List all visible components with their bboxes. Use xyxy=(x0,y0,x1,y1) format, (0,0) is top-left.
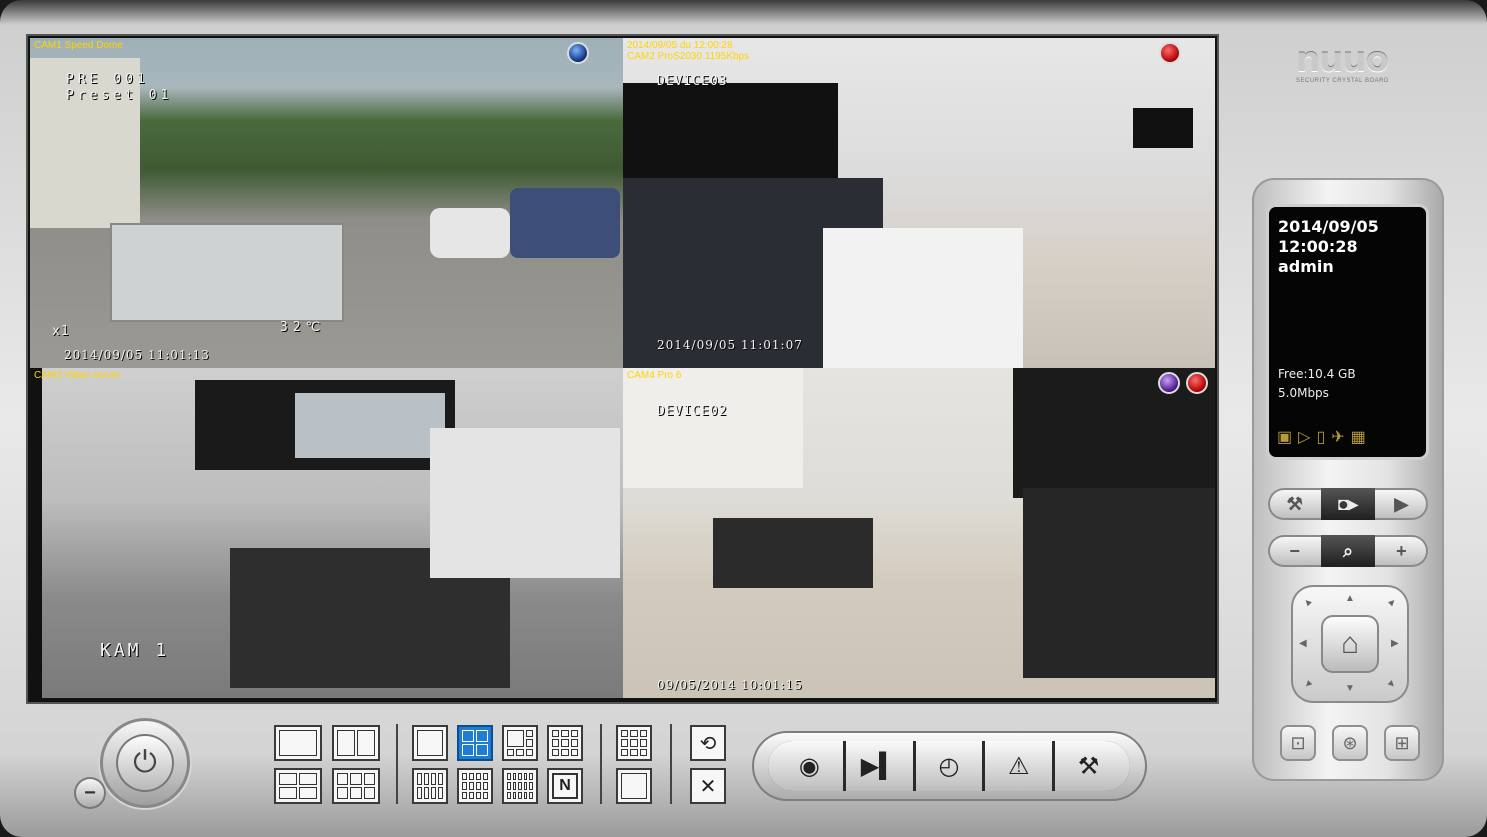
fullscreen-icon[interactable]: ✕ xyxy=(690,768,726,804)
device-name-03: DEVICE03 xyxy=(657,74,728,89)
layout-grid[interactable] xyxy=(616,725,652,761)
status-date: 2014/09/05 xyxy=(1278,217,1379,236)
zoom-level: x1 xyxy=(52,324,70,339)
camera-view-3[interactable]: CAM3 Video server KAM 1 xyxy=(30,368,623,698)
schedule-icon[interactable]: ◴ xyxy=(915,741,983,791)
camera-2-datetime: 2014/09/05 du 12:00:28 xyxy=(627,40,733,51)
preset-name: Preset 01 xyxy=(66,88,173,103)
preset-icon[interactable]: ⊞ xyxy=(1384,725,1420,761)
record-icon[interactable]: ◉ xyxy=(768,741,843,791)
status-time: 12:00:28 xyxy=(1278,237,1358,256)
main-toolbar: ◉ ▶▍ ◴ ⚠ ⚒ xyxy=(752,731,1147,801)
nuuo-logo: nuuo SECURITY CRYSTAL BOARD xyxy=(1296,40,1406,90)
layout-custom[interactable]: N xyxy=(547,768,583,804)
status-indicator-blue xyxy=(567,42,589,64)
arrow-up-left-icon[interactable]: ▲ xyxy=(1301,595,1316,610)
video-grid: CAM1 Speed Dome PRE 001 Preset 01 x1 32℃… xyxy=(26,34,1219,704)
record-indicator xyxy=(1159,42,1181,64)
camera-4-label: CAM4 Pro 6 xyxy=(627,370,682,381)
brand-tagline: SECURITY CRYSTAL BOARD xyxy=(1296,78,1389,84)
camera-3-label: CAM3 Video server xyxy=(34,370,121,381)
camera-view-2[interactable]: 2014/09/05 du 12:00:28 CAM2 ProS2030 119… xyxy=(623,38,1215,368)
arrow-up-icon[interactable]: ▲ xyxy=(1345,593,1355,604)
arrow-down-icon[interactable]: ▼ xyxy=(1345,683,1355,694)
ptz-toolbar: ⚒ ◘▸ ▶ xyxy=(1268,488,1428,520)
motion-indicator xyxy=(1158,372,1180,394)
status-display: 2014/09/05 12:00:28 admin Free:10.4 GB 5… xyxy=(1266,204,1429,460)
minimize-button[interactable]: − xyxy=(74,777,106,809)
camera-2-timestamp: 2014/09/05 11:01:07 xyxy=(657,338,803,352)
layout-1x2[interactable] xyxy=(332,725,380,761)
free-space: Free:10.4 GB xyxy=(1278,367,1356,381)
camera-view-1[interactable]: CAM1 Speed Dome PRE 001 Preset 01 x1 32℃… xyxy=(30,38,623,368)
layout-grid-alt[interactable] xyxy=(616,768,652,804)
separator xyxy=(600,724,602,804)
satellite-icon: ✈ xyxy=(1331,429,1345,446)
layout-1x1[interactable] xyxy=(274,725,322,761)
layout-3x3[interactable] xyxy=(547,725,583,761)
separator xyxy=(396,724,398,804)
arrow-down-left-icon[interactable]: ▼ xyxy=(1301,677,1316,692)
layout-single[interactable] xyxy=(412,725,448,761)
camera-1-timestamp: 2014/09/05 11:01:13 xyxy=(64,348,210,362)
zoom-control: − ⌕ + xyxy=(1268,535,1428,567)
camera-3-osd: KAM 1 xyxy=(100,640,170,661)
power-button[interactable]: ⏻ xyxy=(100,718,190,808)
ptz-direction-pad: ▲ ▼ ◀ ▶ ▲ ▲ ▼ ▼ ⌂ xyxy=(1291,585,1409,703)
preset-number: PRE 001 xyxy=(66,72,149,87)
layout-5x5[interactable] xyxy=(457,768,493,804)
auto-focus-icon[interactable]: ⊛ xyxy=(1332,725,1368,761)
arrow-down-right-icon[interactable]: ▼ xyxy=(1385,677,1400,692)
layout-6x6[interactable] xyxy=(502,768,538,804)
zoom-in-button[interactable]: + xyxy=(1375,535,1428,567)
status-user: admin xyxy=(1278,257,1334,276)
power-icon: ⏻ xyxy=(116,734,174,792)
focus-icon[interactable]: ⊡ xyxy=(1280,725,1316,761)
playback-icon[interactable]: ▶▍ xyxy=(845,741,913,791)
brand-text: nuuo xyxy=(1296,40,1389,80)
magnifier-icon: ⌕ xyxy=(1321,535,1375,567)
playback-icon: ▷ xyxy=(1298,429,1311,446)
layout-4x4[interactable] xyxy=(412,768,448,804)
device-name-02: DEVICE02 xyxy=(657,404,728,419)
arrow-right-icon[interactable]: ▶ xyxy=(1391,638,1399,649)
play-icon[interactable]: ▶ xyxy=(1375,488,1428,520)
separator xyxy=(670,724,672,804)
camera-2-label: CAM2 ProS2030 1195Kbps xyxy=(627,51,750,62)
temperature: 32℃ xyxy=(280,320,326,335)
wrench-icon[interactable]: ⚒ xyxy=(1268,488,1321,520)
layout-2x3-wide[interactable] xyxy=(332,768,380,804)
layout-1plus5[interactable] xyxy=(502,725,538,761)
arrow-left-icon[interactable]: ◀ xyxy=(1299,638,1307,649)
record-indicator xyxy=(1186,372,1208,394)
alarm-icon[interactable]: ⚠ xyxy=(985,741,1053,791)
hammer-icon[interactable]: ⚒ xyxy=(1055,741,1130,791)
mobile-icon: ▯ xyxy=(1316,429,1326,446)
custom-layout-label: N xyxy=(552,773,578,799)
zoom-out-button[interactable]: − xyxy=(1268,535,1321,567)
arrow-up-right-icon[interactable]: ▲ xyxy=(1385,595,1400,610)
auto-scan-icon[interactable]: ⟲ xyxy=(690,725,726,761)
camera-4-timestamp: 09/05/2014 10:01:15 xyxy=(657,678,803,692)
monitor-icon: ▣ xyxy=(1277,429,1293,446)
bitrate: 5.0Mbps xyxy=(1278,386,1329,400)
camera-1-label: CAM1 Speed Dome xyxy=(34,40,123,51)
layout-2x2-wide[interactable] xyxy=(274,768,322,804)
home-icon[interactable]: ⌂ xyxy=(1321,615,1379,673)
camera-view-4[interactable]: CAM4 Pro 6 DEVICE02 09/05/2014 10:01:15 xyxy=(623,368,1215,698)
keyboard-icon: ▦ xyxy=(1350,429,1366,446)
layout-2x2[interactable] xyxy=(457,725,493,761)
ptz-camera-icon[interactable]: ◘▸ xyxy=(1321,488,1375,520)
